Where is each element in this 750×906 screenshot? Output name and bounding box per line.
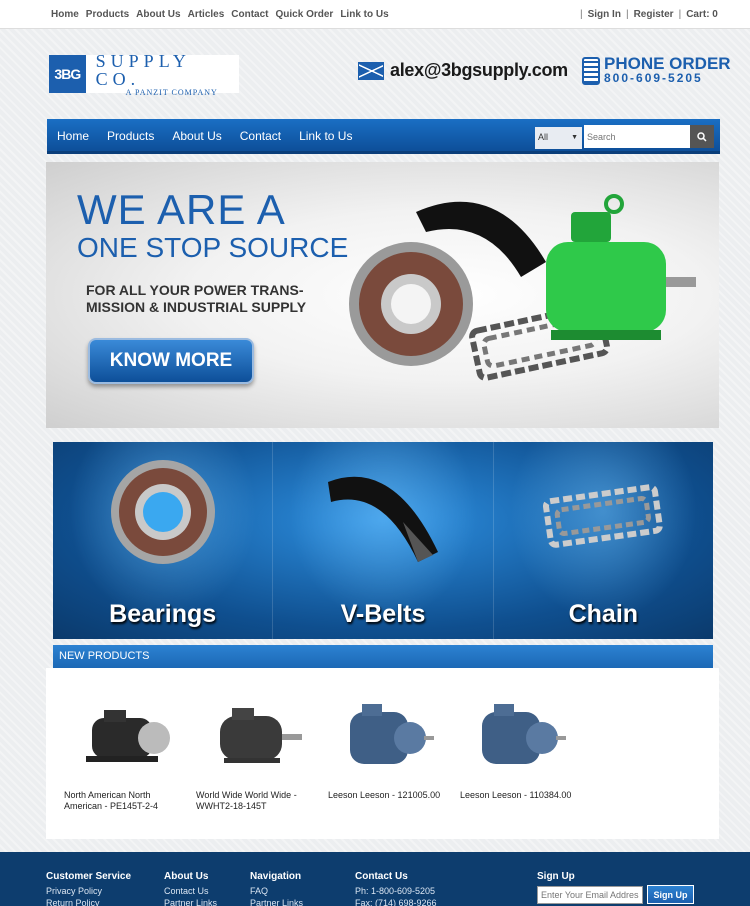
product-name: Leeson Leeson - 121005.00 xyxy=(328,790,441,800)
register-link[interactable]: Register xyxy=(634,9,674,20)
phone-order: PHONE ORDER 800-609-5205 xyxy=(582,54,731,85)
motor-icon xyxy=(482,704,566,764)
top-link-home[interactable]: Home xyxy=(51,9,79,20)
nav-link-to-us[interactable]: Link to Us xyxy=(299,129,352,143)
logo-tagline: A PANZIT COMPANY xyxy=(125,87,218,97)
banner-headline-2: ONE STOP SOURCE xyxy=(77,232,349,263)
footer-contact-us: Contact Us Ph: 1-800-609-5205 Fax: (714)… xyxy=(355,871,437,906)
nav-home[interactable]: Home xyxy=(57,129,89,143)
nav-products[interactable]: Products xyxy=(107,129,154,143)
hero-banner: WE ARE A ONE STOP SOURCE FOR ALL YOUR PO… xyxy=(46,162,719,428)
product-image xyxy=(328,690,448,780)
footer-heading: Navigation xyxy=(250,871,302,882)
v-belt-icon xyxy=(327,476,438,562)
top-link-about-us[interactable]: About Us xyxy=(136,9,180,20)
footer-heading: Contact Us xyxy=(355,871,408,882)
separator: | xyxy=(625,9,629,20)
separator: | xyxy=(580,9,583,20)
know-more-button[interactable]: KNOW MORE xyxy=(88,338,254,384)
search-button[interactable] xyxy=(690,125,714,148)
footer-signup: Sign Up xyxy=(537,871,575,885)
bearing-icon xyxy=(110,460,215,564)
email-address: alex@3bgsupply.com xyxy=(390,60,568,80)
phone-text: PHONE ORDER 800-609-5205 xyxy=(604,54,731,85)
footer-phone: Ph: 1-800-609-5205 xyxy=(355,886,436,896)
sign-in-link[interactable]: Sign In xyxy=(588,9,621,20)
footer-customer-service: Customer Service Privacy Policy Return P… xyxy=(46,871,131,906)
signup-email-input[interactable] xyxy=(537,886,643,904)
motor-icon xyxy=(86,710,170,762)
category-bearings[interactable]: Bearings xyxy=(53,442,274,639)
footer-about-us: About Us Contact Us Partner Links xyxy=(164,871,217,906)
product-card[interactable]: Leeson Leeson - 110384.00 xyxy=(460,690,580,801)
envelope-icon xyxy=(358,61,384,80)
footer-heading: Customer Service xyxy=(46,871,132,882)
search-category-select[interactable]: All ▼ xyxy=(535,127,582,149)
motor-icon xyxy=(220,708,302,763)
logo-name: SUPPLY CO. xyxy=(95,50,191,89)
cart-link[interactable]: Cart: 0 xyxy=(686,9,718,20)
signup-button[interactable]: Sign Up xyxy=(647,885,694,904)
logo-text: SUPPLY CO. A PANZIT COMPANY xyxy=(96,52,239,97)
main-nav: Home Products About Us Contact Link to U… xyxy=(47,119,720,154)
footer-link-partner-links[interactable]: Partner Links xyxy=(164,897,217,906)
email-contact[interactable]: alex@3bgsupply.com xyxy=(358,60,568,81)
category-panel: Bearings V-Belts Chain xyxy=(53,442,713,639)
top-link-contact[interactable]: Contact xyxy=(231,9,268,20)
logo-mark: 3BG xyxy=(49,55,86,93)
banner-products-image xyxy=(349,194,696,381)
site-logo[interactable]: 3BG SUPPLY CO. A PANZIT COMPANY xyxy=(49,52,239,97)
top-bar: Home Products About Us Articles Contact … xyxy=(0,0,750,29)
chevron-down-icon: ▼ xyxy=(571,134,578,141)
product-card[interactable]: North American North American - PE145T-2… xyxy=(64,690,184,812)
search-icon xyxy=(697,131,707,142)
footer-link-faq[interactable]: FAQ xyxy=(250,885,303,897)
motor-icon xyxy=(350,704,434,764)
footer-link-contact-us[interactable]: Contact Us xyxy=(164,885,217,897)
separator: | xyxy=(678,9,682,20)
footer-fax: Fax: (714) 698-9266 xyxy=(355,898,437,906)
category-label: Chain xyxy=(568,600,639,628)
nav-contact[interactable]: Contact xyxy=(240,129,281,143)
category-label: Bearings xyxy=(109,600,217,628)
product-image xyxy=(460,690,580,780)
product-name: North American North American - PE145T-2… xyxy=(64,790,159,811)
phone-number: 800-609-5205 xyxy=(604,71,703,85)
phone-title: PHONE ORDER xyxy=(604,54,731,73)
top-link-articles[interactable]: Articles xyxy=(188,9,225,20)
search-category-value: All xyxy=(538,132,549,142)
motor-illustration xyxy=(546,194,696,340)
nav-items: Home Products About Us Contact Link to U… xyxy=(57,129,352,143)
search-input[interactable] xyxy=(584,125,690,148)
top-links: Home Products About Us Articles Contact … xyxy=(51,9,389,20)
top-link-products[interactable]: Products xyxy=(86,9,129,20)
category-label: V-Belts xyxy=(340,600,426,628)
product-name: Leeson Leeson - 110384.00 xyxy=(460,790,572,800)
banner-headline: WE ARE A xyxy=(77,186,286,233)
footer-heading: Sign Up xyxy=(537,871,575,882)
nav-about-us[interactable]: About Us xyxy=(172,129,221,143)
footer-navigation: Navigation FAQ Partner Links xyxy=(250,871,303,906)
product-image xyxy=(196,690,316,780)
chain-icon xyxy=(543,484,664,548)
footer-link-privacy-policy[interactable]: Privacy Policy xyxy=(46,885,131,897)
top-link-link-to-us[interactable]: Link to Us xyxy=(340,9,388,20)
product-name: World Wide World Wide - WWHT2-18-145T xyxy=(196,790,297,811)
footer-link-partner-links[interactable]: Partner Links xyxy=(250,897,303,906)
category-chain[interactable]: Chain xyxy=(493,442,713,639)
top-link-quick-order[interactable]: Quick Order xyxy=(276,9,334,20)
product-image xyxy=(64,690,184,780)
product-card[interactable]: Leeson Leeson - 121005.00 xyxy=(328,690,448,801)
product-card[interactable]: World Wide World Wide - WWHT2-18-145T xyxy=(196,690,316,812)
banner-subtitle: FOR ALL YOUR POWER TRANS- MISSION & INDU… xyxy=(86,282,307,315)
new-products-panel: North American North American - PE145T-2… xyxy=(46,668,719,839)
account-links: | Sign In | Register | Cart: 0 xyxy=(580,9,718,20)
footer-heading: About Us xyxy=(164,871,209,882)
phone-icon xyxy=(582,57,600,85)
footer-link-return-policy[interactable]: Return Policy xyxy=(46,897,131,906)
bearing-illustration xyxy=(349,242,473,366)
category-v-belts[interactable]: V-Belts xyxy=(273,442,494,639)
new-products-header: NEW PRODUCTS xyxy=(53,645,713,668)
